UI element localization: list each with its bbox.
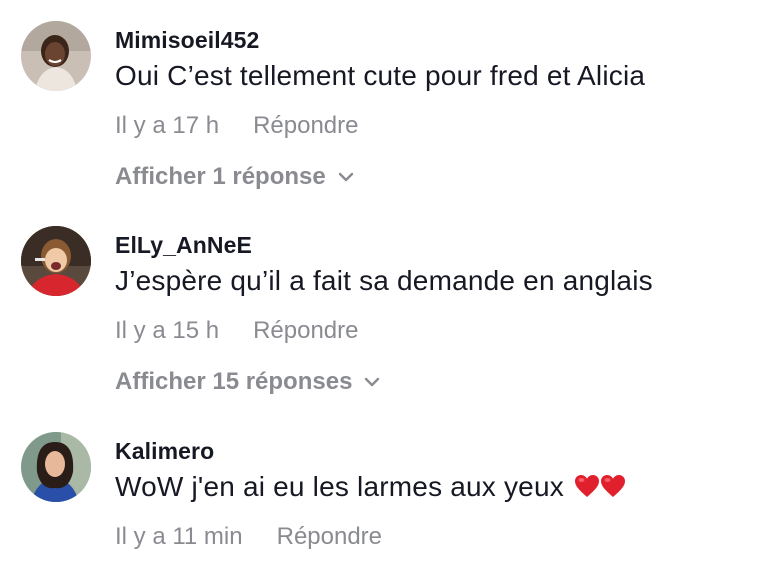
comment-username[interactable]: Mimisoeil452 — [115, 27, 259, 54]
reply-button[interactable]: Répondre — [277, 523, 382, 551]
reply-button[interactable]: Répondre — [253, 112, 358, 140]
comment-timestamp: Il y a 15 h — [115, 317, 220, 344]
comment-meta: Il y a 15 h Répondre — [115, 317, 358, 345]
avatar[interactable] — [21, 21, 91, 91]
comment-meta: Il y a 17 h Répondre — [115, 112, 358, 140]
comment-username[interactable]: ElLy_AnNeE — [115, 232, 252, 259]
comment-meta: Il y a 11 min Répondre — [115, 523, 382, 551]
avatar[interactable] — [21, 226, 91, 296]
chevron-down-icon — [338, 161, 354, 189]
view-replies-button[interactable]: Afficher 15 réponses — [115, 366, 380, 396]
comment-text: J’espère qu’il a fait sa demande en angl… — [115, 265, 653, 296]
heart-icon — [600, 473, 626, 497]
comment-text: Oui C’est tellement cute pour fred et Al… — [115, 60, 646, 91]
view-replies-label: Afficher 1 réponse — [115, 163, 326, 190]
view-replies-label: Afficher 15 réponses — [115, 368, 353, 395]
avatar[interactable] — [21, 432, 91, 502]
reply-button[interactable]: Répondre — [253, 317, 358, 345]
chevron-down-icon — [364, 366, 380, 394]
heart-icon — [574, 473, 600, 497]
comment-text: WoW j'en ai eu les larmes aux yeux — [115, 471, 626, 503]
comment-timestamp: Il y a 17 h — [115, 112, 220, 139]
comment-timestamp: Il y a 11 min — [115, 523, 243, 550]
comment-text-content: WoW j'en ai eu les larmes aux yeux — [115, 471, 564, 502]
comment-username[interactable]: Kalimero — [115, 438, 214, 465]
view-replies-button[interactable]: Afficher 1 réponse — [115, 161, 354, 191]
